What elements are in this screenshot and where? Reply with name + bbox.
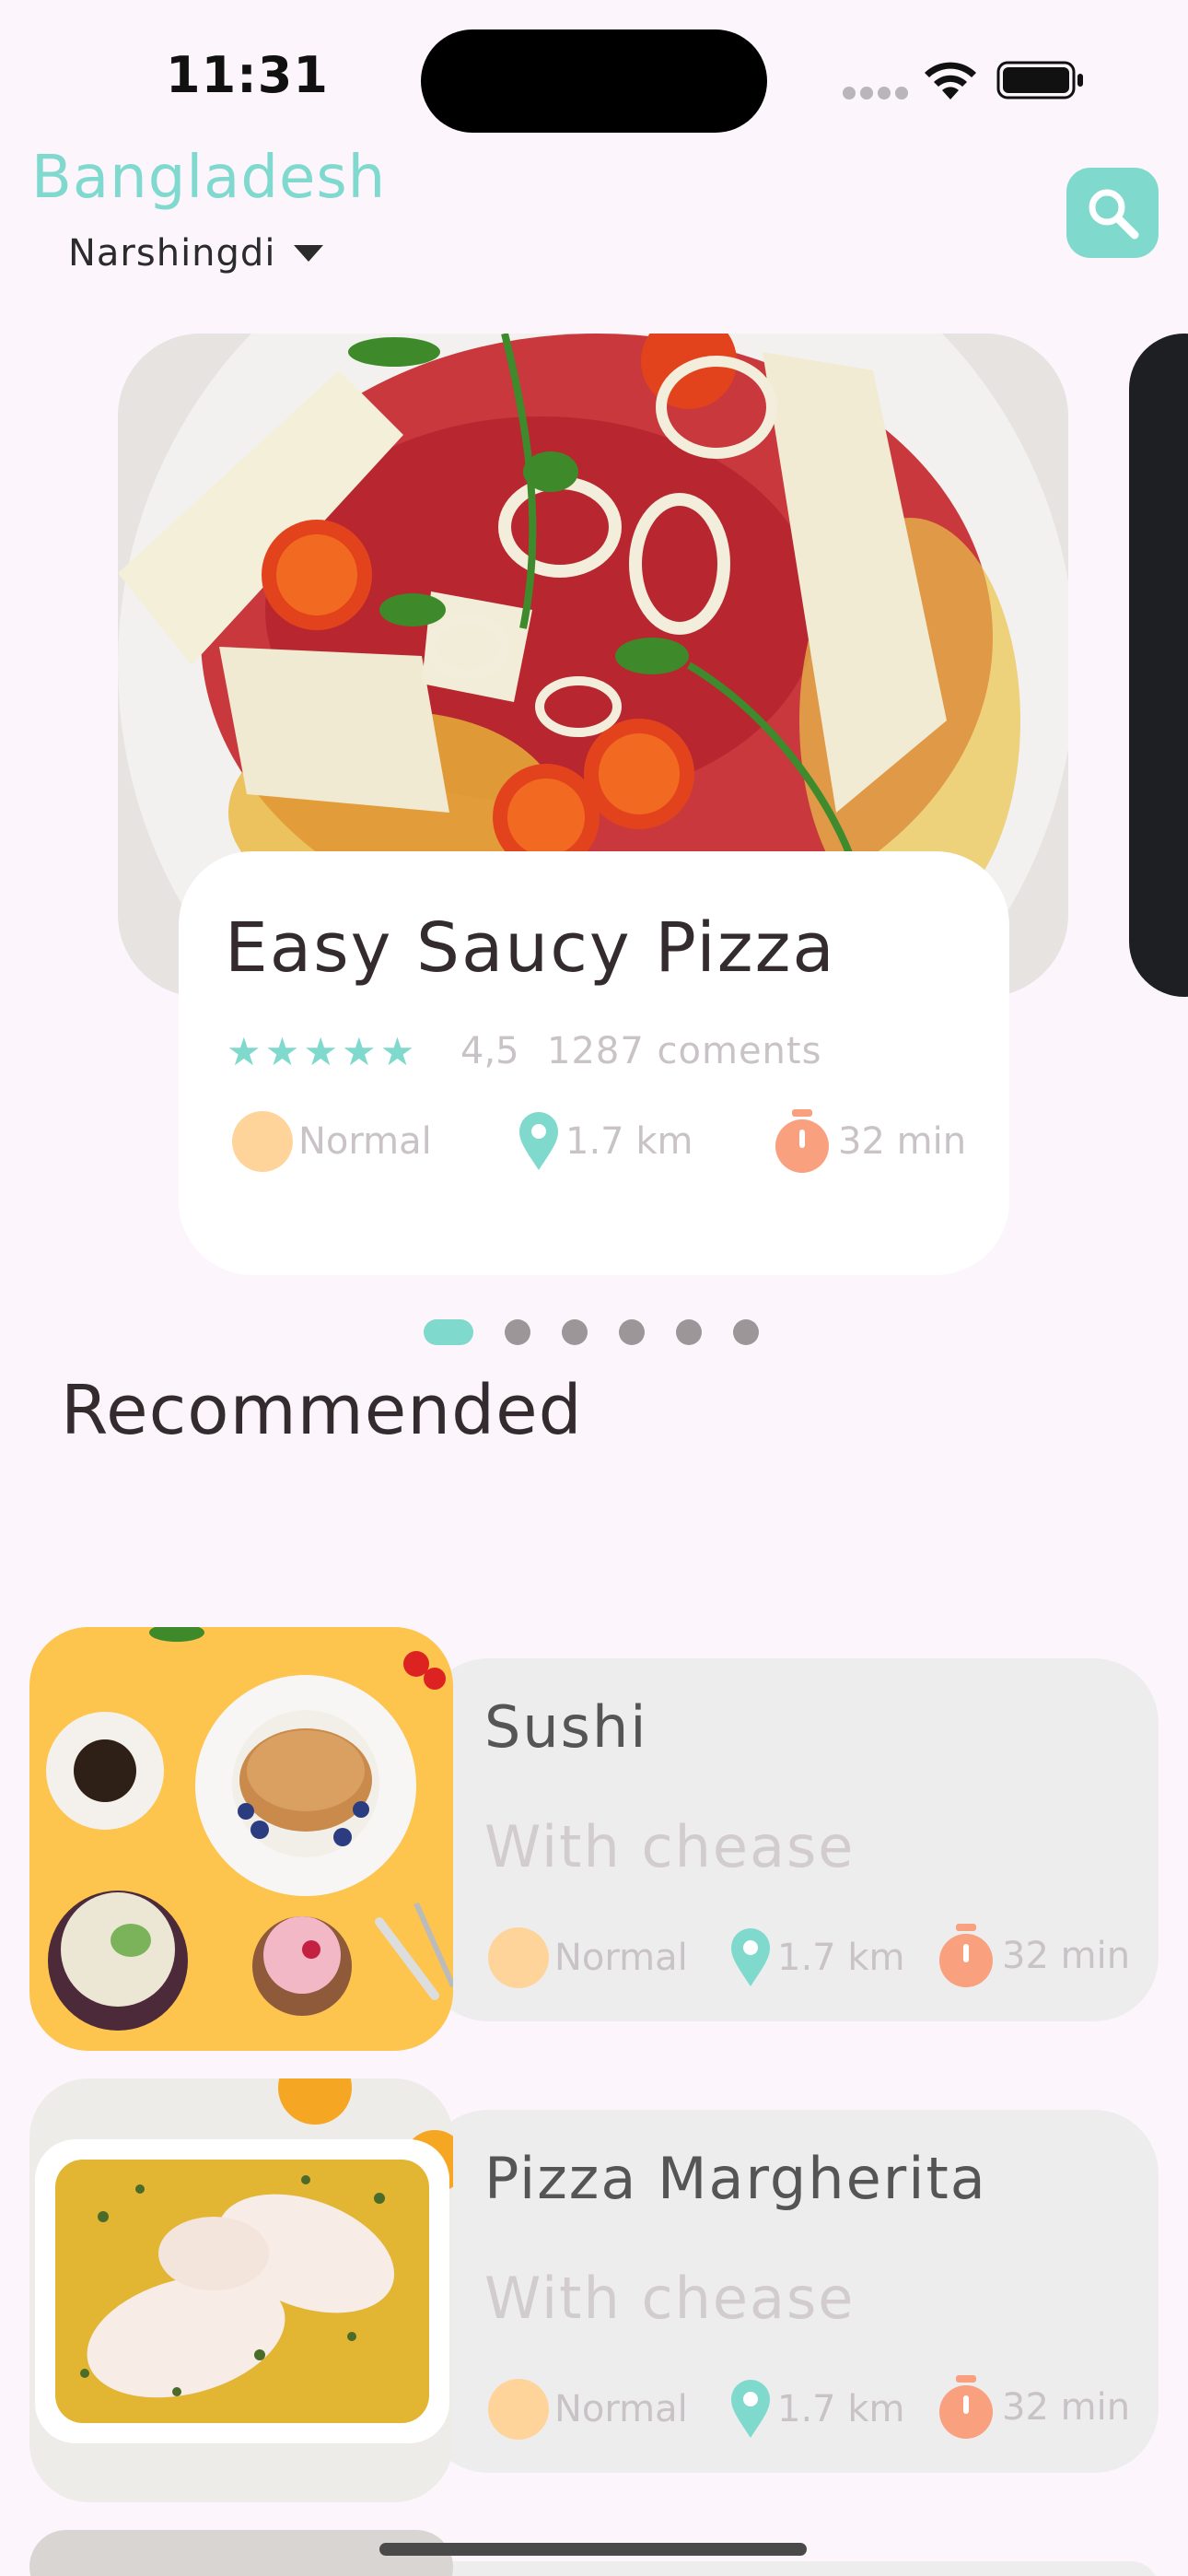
timer-icon <box>939 1924 993 1987</box>
timer-icon <box>939 2375 993 2439</box>
rating-stars: ★ ★ ★ ★ ★ <box>227 1030 414 1074</box>
distance-meta: 1.7 km <box>518 1111 693 1172</box>
difficulty-meta: Normal <box>232 1111 432 1172</box>
location-pin-icon <box>731 2380 770 2438</box>
page-dot[interactable] <box>676 1319 702 1345</box>
recommended-item-image[interactable] <box>29 1627 453 2051</box>
dynamic-island <box>421 29 767 133</box>
difficulty-label: Normal <box>554 1937 688 1979</box>
time-meta: 32 min <box>936 1924 1130 1988</box>
carousel-pagination <box>424 1319 759 1345</box>
difficulty-icon <box>488 2379 549 2440</box>
recommended-item-title: Pizza Margherita <box>484 2145 987 2212</box>
country-title: Bangladesh <box>31 144 387 212</box>
recommended-item-image[interactable] <box>29 2078 453 2502</box>
star-icon: ★ <box>227 1029 262 1074</box>
star-icon: ★ <box>264 1029 300 1074</box>
city-label: Narshingdi <box>68 232 276 275</box>
difficulty-label: Normal <box>554 2388 688 2430</box>
star-icon: ★ <box>379 1029 415 1074</box>
star-icon: ★ <box>341 1029 377 1074</box>
wifi-icon <box>925 62 976 100</box>
difficulty-label: Normal <box>298 1120 432 1163</box>
distance-meta: 1.7 km <box>729 1927 904 1988</box>
city-dropdown[interactable]: Narshingdi <box>68 232 324 275</box>
recommended-heading: Recommended <box>61 1371 583 1450</box>
distance-label: 1.7 km <box>565 1120 693 1163</box>
time-meta: 32 min <box>772 1109 966 1174</box>
time-label: 32 min <box>838 1120 967 1163</box>
page-dot[interactable] <box>733 1319 759 1345</box>
recommended-item-title: Sushi <box>484 1693 648 1761</box>
caret-down-icon <box>294 245 324 262</box>
rating-value: 4,5 <box>460 1030 519 1072</box>
recommended-item-subtitle: With chease <box>484 1813 856 1880</box>
star-icon: ★ <box>303 1029 338 1074</box>
battery-icon <box>996 61 1083 100</box>
distance-label: 1.7 km <box>777 2388 905 2430</box>
distance-label: 1.7 km <box>777 1937 905 1979</box>
status-time: 11:31 <box>166 46 329 104</box>
difficulty-icon <box>488 1927 549 1988</box>
difficulty-meta: Normal <box>488 2379 688 2440</box>
featured-title: Easy Saucy Pizza <box>225 908 836 988</box>
difficulty-meta: Normal <box>488 1927 688 1988</box>
distance-meta: 1.7 km <box>729 2379 904 2440</box>
location-pin-icon <box>731 1928 770 1986</box>
time-label: 32 min <box>1002 2386 1131 2429</box>
recommended-item-subtitle: With chease <box>484 2265 856 2332</box>
time-meta: 32 min <box>936 2375 1130 2440</box>
next-featured-card[interactable] <box>1129 334 1188 997</box>
cellular-signal-icon <box>843 87 908 100</box>
search-icon <box>1089 189 1139 240</box>
recommended-card[interactable] <box>424 2561 1159 2576</box>
search-button[interactable] <box>1066 168 1159 258</box>
page-dot[interactable] <box>562 1319 588 1345</box>
location-pin-icon <box>519 1112 558 1170</box>
page-dot[interactable] <box>505 1319 530 1345</box>
difficulty-icon <box>232 1111 293 1172</box>
home-indicator[interactable] <box>379 2543 807 2556</box>
comments-count: 1287 coments <box>547 1030 822 1072</box>
page-dot-active[interactable] <box>424 1319 473 1345</box>
page-dot[interactable] <box>619 1319 645 1345</box>
timer-icon <box>775 1109 829 1173</box>
time-label: 32 min <box>1002 1935 1131 1977</box>
